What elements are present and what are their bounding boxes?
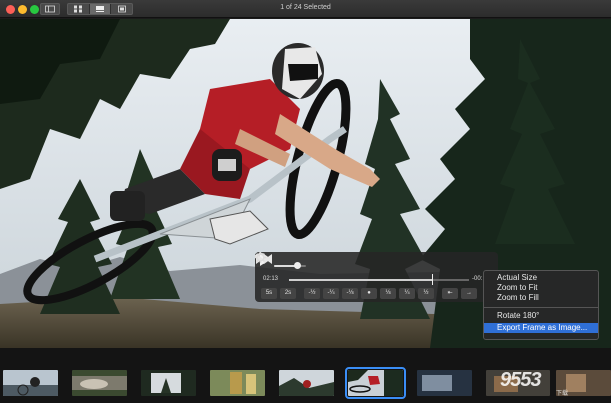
scrubber-progress (289, 279, 433, 281)
speed-minus-half-button[interactable]: -½ (304, 288, 320, 299)
speed-pause-button[interactable]: ● (361, 288, 377, 299)
thumbnail[interactable] (141, 370, 196, 396)
thumbnail-image (348, 370, 403, 396)
watermark-logo: 9553 (500, 369, 541, 391)
menu-item-rotate-180[interactable]: Rotate 180° (484, 311, 598, 321)
remaining-time-label: -00: (472, 276, 483, 282)
menu-item-zoom-to-fill[interactable]: Zoom to Fill (484, 293, 598, 303)
menu-item-zoom-to-fit[interactable]: Zoom to Fit (484, 283, 598, 293)
scrubber-playhead[interactable] (432, 274, 433, 285)
skip-2s-button[interactable]: 2s (280, 288, 296, 299)
window-title: 1 of 24 Selected (280, 4, 331, 11)
menu-item-actual-size[interactable]: Actual Size (484, 273, 598, 283)
step-back-button[interactable]: ⇤ (442, 288, 458, 299)
current-time-label: 02:13 (263, 276, 279, 282)
thumbnail[interactable] (210, 370, 265, 396)
menu-item-export-frame[interactable]: Export Frame as Image... (484, 323, 598, 333)
volume-slider-knob[interactable] (294, 262, 301, 269)
thumbnail[interactable] (417, 370, 472, 396)
media-viewer[interactable]: 02:13 -00: 5s 2s -½ -¼ -⅛ ● ⅛ ¼ ½ ⇤ → Ac… (0, 19, 611, 348)
thumbnail-image (210, 370, 265, 396)
watermark-subtext: 下载 (556, 391, 569, 397)
settings-menu: Actual Size Zoom to Fit Zoom to Fill Rot… (483, 270, 599, 340)
thumbnail-selected[interactable] (345, 367, 406, 399)
thumbnail[interactable] (72, 370, 127, 396)
scrubber-bar[interactable] (289, 279, 469, 281)
skip-5s-button[interactable]: 5s (261, 288, 277, 299)
step-forward-button[interactable]: → (461, 288, 477, 299)
thumbnail[interactable] (3, 370, 58, 396)
gear-icon[interactable] (255, 252, 266, 263)
speed-eighth-button[interactable]: ⅛ (380, 288, 396, 299)
thumbnail-image (279, 370, 334, 396)
volume-slider-fill (274, 265, 296, 267)
speed-buttons-row: 5s 2s -½ -¼ -⅛ ● ⅛ ¼ ½ ⇤ → (261, 288, 477, 299)
volume-slider[interactable] (274, 265, 306, 267)
speed-minus-quarter-button[interactable]: -¼ (323, 288, 339, 299)
menu-separator (484, 307, 598, 308)
thumbnail[interactable] (279, 370, 334, 396)
thumbnail-image (141, 370, 196, 396)
speed-half-button[interactable]: ½ (418, 288, 434, 299)
speed-minus-eighth-button[interactable]: -⅛ (342, 288, 358, 299)
thumbnail-image (3, 370, 58, 396)
title-bar: 1 of 24 Selected (0, 0, 611, 18)
filmstrip: 9553 下载 (0, 348, 611, 403)
speed-quarter-button[interactable]: ¼ (399, 288, 415, 299)
thumbnail-image (417, 370, 472, 396)
video-controls-panel: 02:13 -00: 5s 2s -½ -¼ -⅛ ● ⅛ ¼ ½ ⇤ → (255, 252, 498, 302)
thumbnail-image (72, 370, 127, 396)
